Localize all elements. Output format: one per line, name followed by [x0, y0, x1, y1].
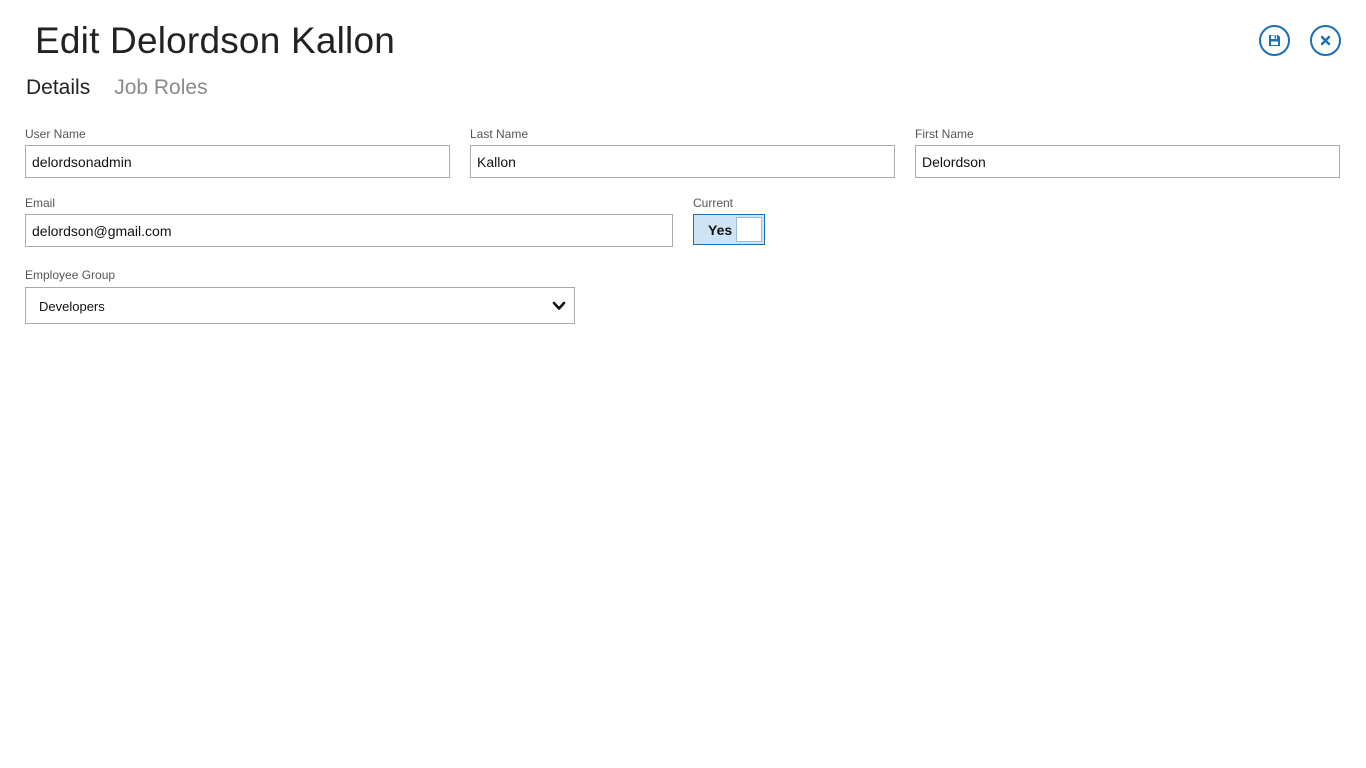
last-name-field[interactable]: [470, 145, 895, 178]
email-label: Email: [25, 196, 56, 210]
first-name-field[interactable]: [915, 145, 1340, 178]
chevron-down-icon: [552, 301, 566, 310]
user-name-field[interactable]: [25, 145, 450, 178]
save-button[interactable]: [1259, 25, 1290, 56]
employee-group-label: Employee Group: [25, 268, 116, 282]
close-button[interactable]: [1310, 25, 1341, 56]
page-title: Edit Delordson Kallon: [35, 20, 396, 61]
tab-job-roles[interactable]: Job Roles: [114, 74, 207, 102]
employee-group-select[interactable]: Developers: [25, 287, 575, 324]
header-actions: [1259, 25, 1341, 56]
first-name-label: First Name: [915, 127, 974, 141]
current-toggle[interactable]: Yes: [693, 214, 765, 245]
last-name-label: Last Name: [470, 127, 529, 141]
current-label: Current: [693, 196, 734, 210]
edit-employee-page: Edit Delordson Kallon Details Job Roles …: [0, 0, 1366, 768]
toggle-knob: [736, 217, 762, 242]
current-toggle-label: Yes: [708, 222, 733, 238]
employee-group-value: Developers: [39, 299, 105, 314]
user-name-label: User Name: [25, 127, 86, 141]
tab-details[interactable]: Details: [26, 74, 90, 102]
save-icon: [1269, 35, 1280, 46]
close-icon: [1320, 35, 1331, 46]
email-field[interactable]: [25, 214, 673, 247]
tab-bar: Details Job Roles: [26, 74, 208, 102]
